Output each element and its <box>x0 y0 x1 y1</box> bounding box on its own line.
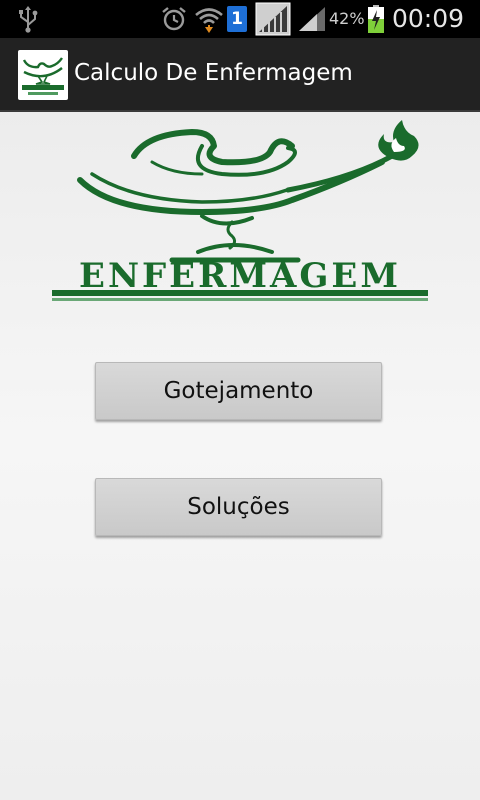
gotejamento-button[interactable]: Gotejamento <box>95 362 382 420</box>
app-title: Calculo De Enfermagem <box>74 60 353 86</box>
sim-badge-number: 1 <box>227 6 247 32</box>
signal-boxed-icon <box>255 0 291 38</box>
status-bar: 1 42% 00:09 <box>0 0 480 38</box>
clock: 00:09 <box>392 4 465 33</box>
usb-icon <box>14 0 42 38</box>
alarm-icon <box>160 0 188 38</box>
lamp-logo-icon <box>22 57 64 95</box>
sim-icon: 1 <box>226 0 248 38</box>
wifi-icon <box>194 0 224 38</box>
action-bar: Calculo De Enfermagem <box>0 38 480 112</box>
enfermagem-logo: ENFERMAGEM <box>52 112 428 314</box>
solucoes-button[interactable]: Soluções <box>95 478 382 536</box>
signal-icon <box>296 0 328 38</box>
logo-text: ENFERMAGEM <box>79 256 401 296</box>
app-icon[interactable] <box>18 50 68 100</box>
battery-icon <box>366 0 386 38</box>
battery-percent: 42% <box>329 9 365 28</box>
